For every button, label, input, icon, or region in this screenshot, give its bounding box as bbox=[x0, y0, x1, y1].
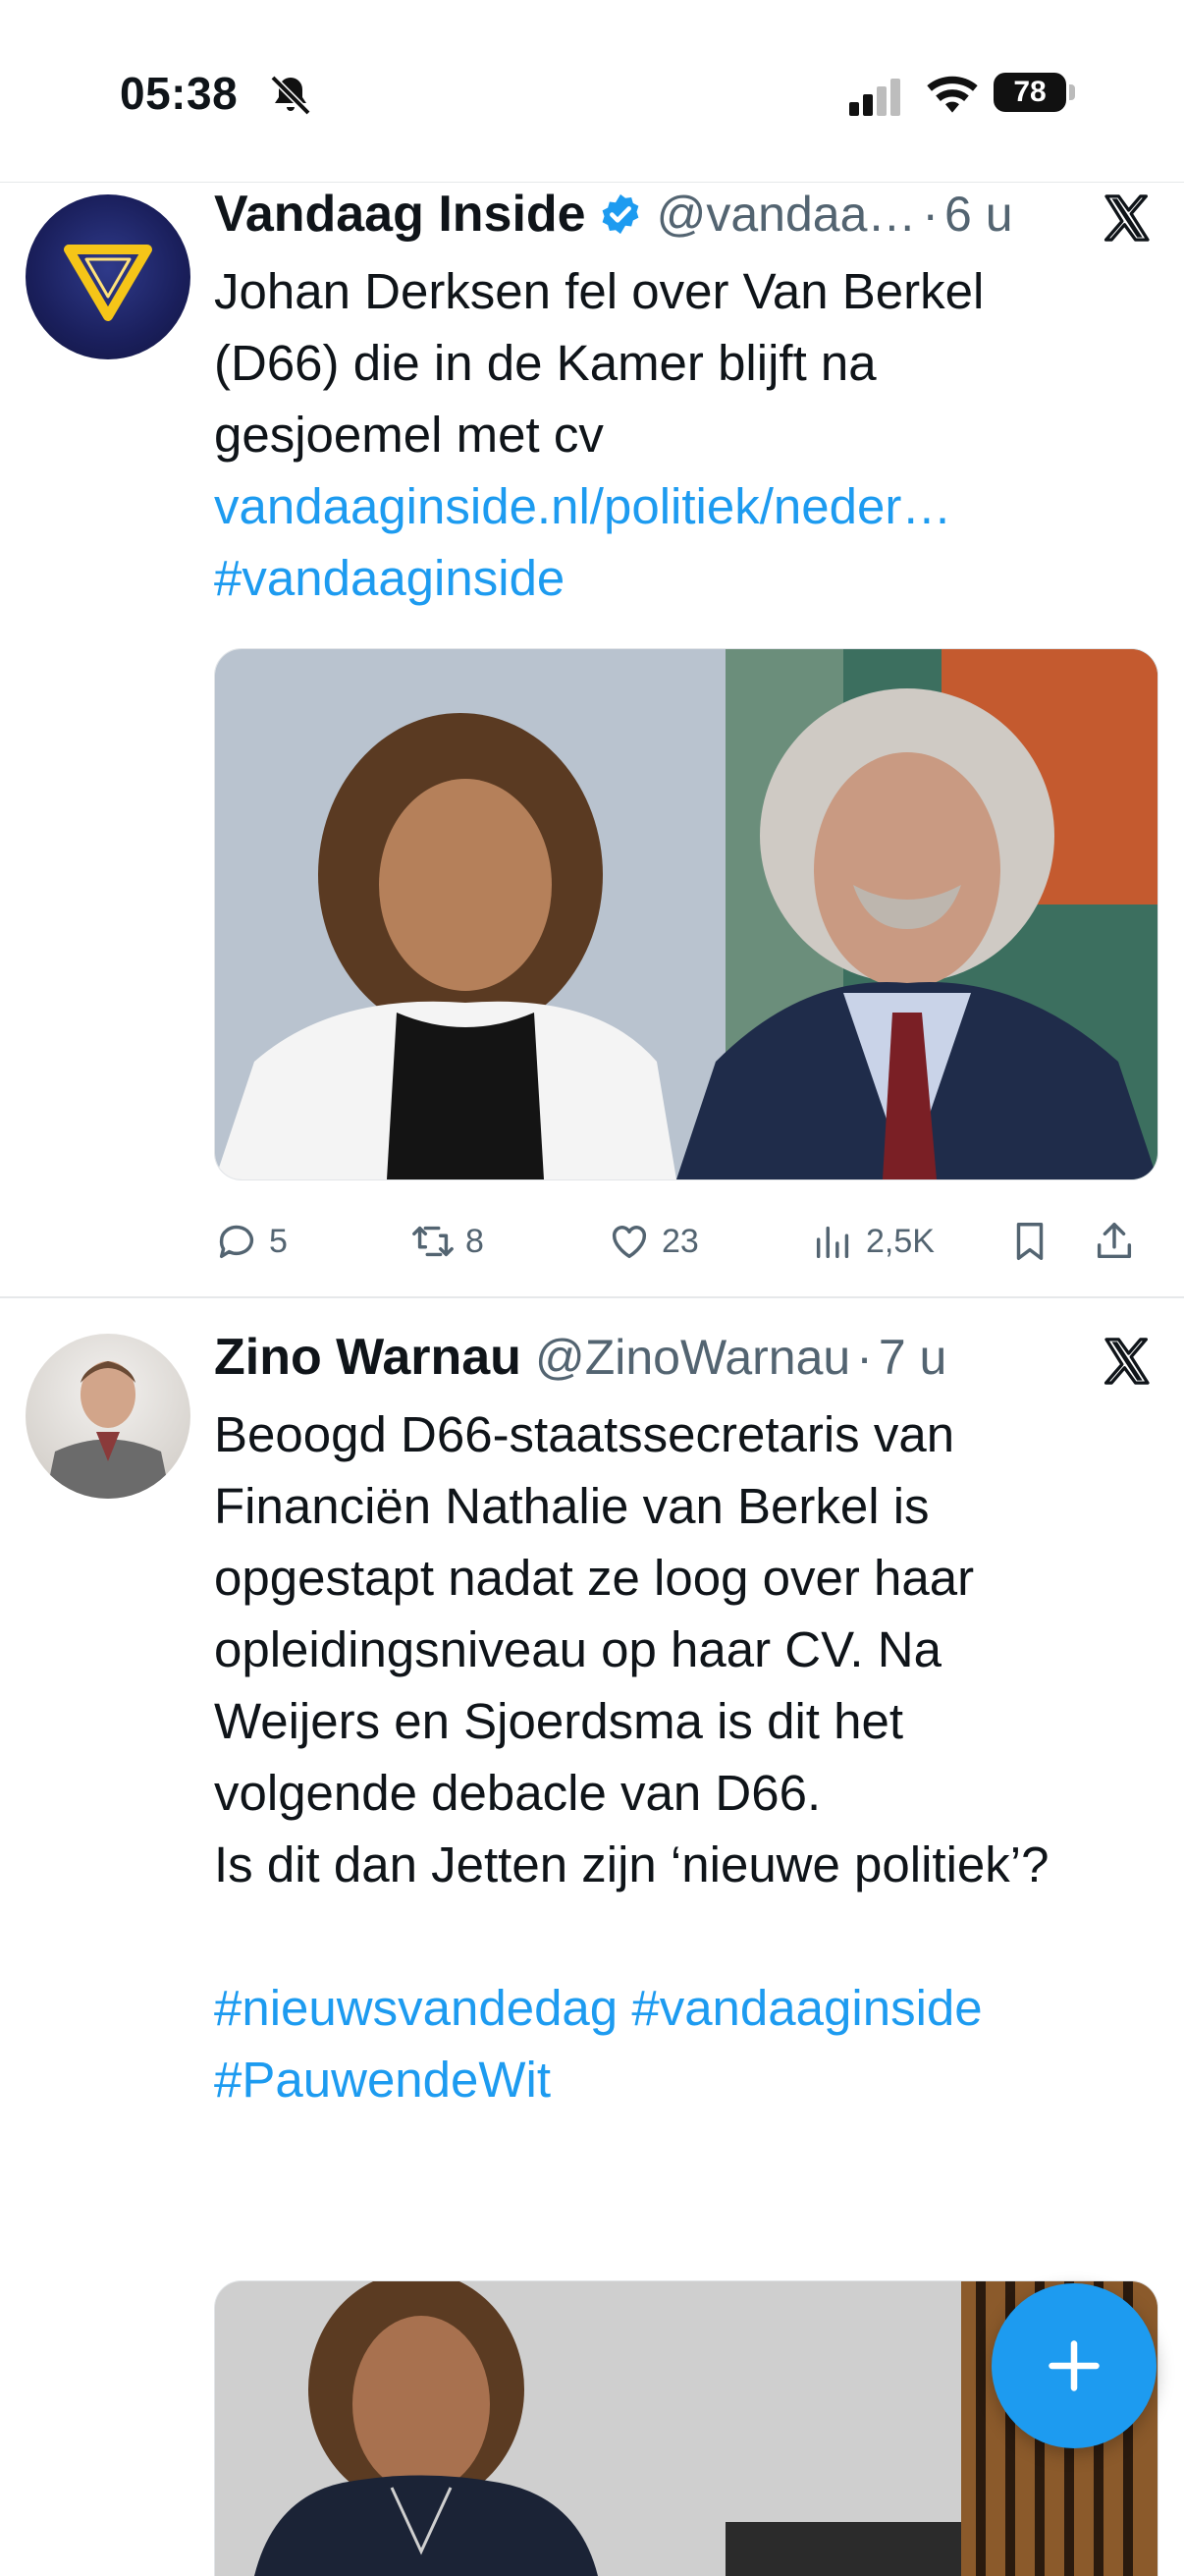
separator: · bbox=[856, 1330, 873, 1385]
tweet-text-line: Beoogd D66-staatssecretaris van bbox=[214, 1406, 955, 1462]
retweet-count: 8 bbox=[465, 1222, 484, 1260]
x-logo-icon[interactable] bbox=[1100, 191, 1155, 246]
tweet[interactable]: Vandaag Inside @vandaa… · 6 u Johan Derk… bbox=[0, 183, 1184, 1298]
tweet-image[interactable] bbox=[214, 648, 1158, 1180]
tweet-photo bbox=[215, 649, 1157, 1179]
tweet-header: Zino Warnau @ZinoWarnau · 7 u bbox=[214, 1326, 946, 1389]
bookmark-icon bbox=[1016, 1223, 1044, 1260]
tweet-text-line: opgestapt nadat ze loog over haar bbox=[214, 1550, 975, 1606]
hashtag-link[interactable]: #vandaaginside bbox=[214, 542, 1166, 614]
tweet-text: Beoogd D66-staatssecretaris van Financië… bbox=[214, 1398, 1166, 2115]
avatar[interactable] bbox=[26, 194, 190, 359]
separator: · bbox=[922, 187, 940, 242]
tweet-time[interactable]: 6 u bbox=[944, 186, 1013, 243]
tweet-text-line: Financiën Nathalie van Berkel is bbox=[214, 1478, 930, 1534]
hashtag-link[interactable]: #nieuwsvandedag #vandaaginside bbox=[214, 1972, 1166, 2044]
reply-icon bbox=[219, 1225, 254, 1259]
author-name[interactable]: Zino Warnau bbox=[214, 1328, 521, 1387]
tweet-text-line: Johan Derksen fel over Van Berkel bbox=[214, 263, 985, 319]
tweet-text-line: (D66) die in de Kamer blijft na bbox=[214, 335, 877, 391]
hashtag-link[interactable]: #PauwendeWit bbox=[214, 2044, 1166, 2115]
signal-icon bbox=[849, 79, 900, 116]
status-bar: 05:38 78 bbox=[0, 0, 1184, 183]
plus-icon bbox=[1049, 2340, 1100, 2391]
like-icon bbox=[612, 1226, 647, 1259]
views-count: 2,5K bbox=[866, 1222, 935, 1260]
tweet-text-line: gesjoemel met cv bbox=[214, 407, 604, 463]
tweet-text-line: opleidingsniveau op haar CV. Na bbox=[214, 1621, 942, 1677]
tweet-link[interactable]: vandaaginside.nl/politiek/neder… bbox=[214, 470, 1166, 542]
avatar[interactable] bbox=[26, 1334, 190, 1499]
like-button[interactable]: 23 bbox=[607, 1214, 699, 1269]
compose-button[interactable] bbox=[992, 2283, 1157, 2448]
status-time: 05:38 bbox=[120, 68, 239, 119]
x-logo-icon[interactable] bbox=[1100, 1334, 1155, 1389]
avatar-photo bbox=[45, 1361, 171, 1499]
wifi-icon bbox=[927, 76, 978, 113]
share-button[interactable] bbox=[1092, 1214, 1147, 1269]
views-button[interactable]: 2,5K bbox=[811, 1214, 935, 1269]
bell-slash-icon bbox=[270, 75, 311, 116]
battery-level: 78 bbox=[994, 73, 1066, 112]
tweet-time[interactable]: 7 u bbox=[879, 1329, 947, 1386]
share-icon bbox=[1097, 1223, 1132, 1259]
reply-button[interactable]: 5 bbox=[214, 1214, 288, 1269]
retweet-button[interactable]: 8 bbox=[410, 1214, 484, 1269]
retweet-icon bbox=[412, 1226, 454, 1257]
tweet-header: Vandaag Inside @vandaa… · 6 u bbox=[214, 183, 1013, 246]
tweet-actions: 5 8 23 2,5K bbox=[214, 1214, 1157, 1269]
bookmark-button[interactable] bbox=[1007, 1214, 1062, 1269]
tweet-text-line: Is dit dan Jetten zijn ‘nieuwe politiek’… bbox=[214, 1836, 1049, 1892]
author-handle[interactable]: @vandaa… bbox=[657, 186, 917, 243]
tweet-text-line: volgende debacle van D66. bbox=[214, 1765, 822, 1821]
vandaag-inside-logo bbox=[64, 245, 152, 321]
author-name[interactable]: Vandaag Inside bbox=[214, 185, 586, 244]
verified-badge-icon bbox=[602, 193, 638, 235]
views-icon bbox=[816, 1226, 849, 1259]
tweet-text: Johan Derksen fel over Van Berkel (D66) … bbox=[214, 255, 1166, 614]
like-count: 23 bbox=[662, 1222, 699, 1260]
battery-icon: 78 bbox=[994, 71, 1078, 116]
author-handle[interactable]: @ZinoWarnau bbox=[535, 1329, 850, 1386]
tweet-text-line: Weijers en Sjoerdsma is dit het bbox=[214, 1693, 904, 1749]
reply-count: 5 bbox=[269, 1222, 288, 1260]
